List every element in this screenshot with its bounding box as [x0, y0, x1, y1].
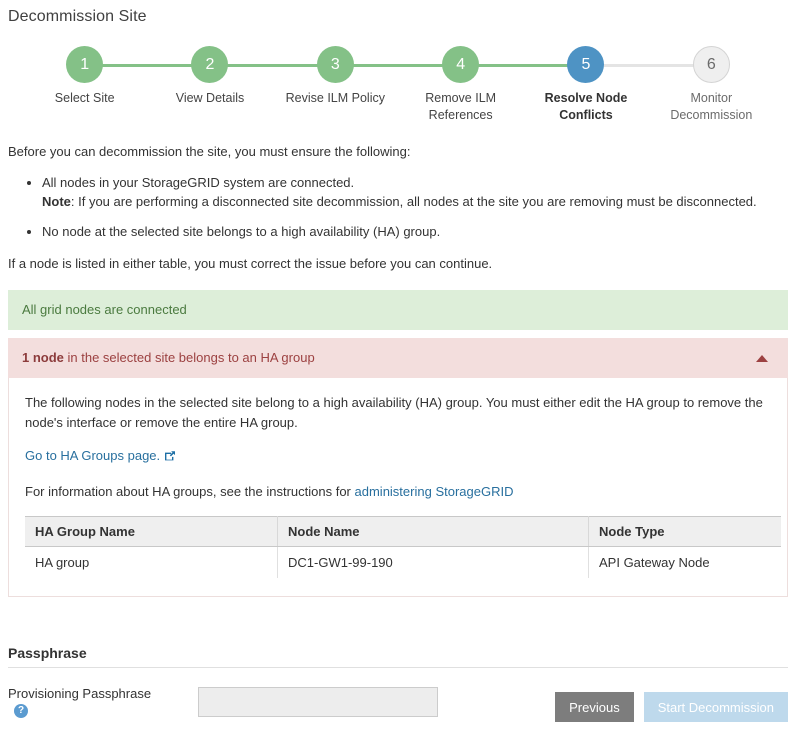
ha-conflict-message: 1 node in the selected site belongs to a… [22, 349, 315, 367]
note-label: Note [42, 194, 71, 209]
step-5-number: 5 [567, 46, 604, 83]
help-icon[interactable]: ? [14, 704, 28, 718]
external-link-icon[interactable] [164, 448, 176, 468]
step-2-number: 2 [191, 46, 228, 83]
table-body: HA group DC1-GW1-99-190 API Gateway Node [25, 547, 781, 579]
step-3-label: Revise ILM Policy [273, 90, 398, 107]
status-banner-text: All grid nodes are connected [22, 302, 187, 317]
passphrase-section-title: Passphrase [8, 645, 788, 668]
provisioning-passphrase-label: Provisioning Passphrase? [8, 686, 158, 718]
step-6-number: 6 [693, 46, 730, 83]
wizard-footer-actions: Previous Start Decommission [555, 692, 788, 722]
step-3-number: 3 [317, 46, 354, 83]
requirement-2-text: No node at the selected site belongs to … [42, 224, 440, 239]
table-head: HA Group Name Node Name Node Type [25, 517, 781, 547]
column-header-ha-group-name: HA Group Name [25, 517, 278, 547]
cell-node-name: DC1-GW1-99-190 [278, 547, 589, 579]
step-6-circle-wrap: 6 [649, 46, 774, 84]
step-1-label: Select Site [22, 90, 147, 107]
chevron-up-icon[interactable] [756, 355, 768, 362]
passphrase-label-text: Provisioning Passphrase [8, 686, 151, 701]
intro-lead: Before you can decommission the site, yo… [8, 142, 788, 161]
column-header-node-name: Node Name [278, 517, 589, 547]
progress-stepper: 1 Select Site 2 View Details 3 Revise IL… [22, 46, 774, 124]
cell-ha-group-name: HA group [25, 547, 278, 579]
step-revise-ilm-policy[interactable]: 3 Revise ILM Policy [273, 46, 398, 107]
step-4-label: Remove ILM References [398, 90, 523, 124]
ha-conflict-count: 1 node [22, 350, 64, 365]
step-2-label: View Details [147, 90, 272, 107]
step-remove-ilm-references[interactable]: 4 Remove ILM References [398, 46, 523, 124]
previous-button[interactable]: Previous [555, 692, 634, 722]
step-5-label: Resolve Node Conflicts [523, 90, 648, 124]
ha-conflict-text: in the selected site belongs to an HA gr… [64, 350, 315, 365]
page-title: Decommission Site [0, 0, 796, 26]
table-header-row: HA Group Name Node Name Node Type [25, 517, 781, 547]
column-header-node-type: Node Type [589, 517, 782, 547]
step-resolve-node-conflicts[interactable]: 5 Resolve Node Conflicts [523, 46, 648, 124]
cell-node-type: API Gateway Node [589, 547, 782, 579]
administering-info-prefix: For information about HA groups, see the… [25, 484, 355, 499]
administering-storagegrid-link[interactable]: administering StorageGRID [355, 484, 514, 499]
note-text: : If you are performing a disconnected s… [71, 194, 757, 209]
status-banner-ha-conflict[interactable]: 1 node in the selected site belongs to a… [8, 338, 788, 378]
step-monitor-decommission[interactable]: 6 Monitor Decommission [649, 46, 774, 124]
requirements-list: All nodes in your StorageGRID system are… [0, 173, 796, 241]
provisioning-passphrase-input[interactable] [198, 687, 438, 717]
list-item: No node at the selected site belongs to … [42, 222, 796, 241]
step-4-number: 4 [442, 46, 479, 83]
list-item: All nodes in your StorageGRID system are… [42, 173, 796, 211]
intro-tail: If a node is listed in either table, you… [8, 254, 788, 273]
ha-conflict-details-panel: The following nodes in the selected site… [8, 378, 788, 597]
conflict-description: The following nodes in the selected site… [25, 393, 771, 433]
ha-groups-link-row: Go to HA Groups page. [25, 446, 771, 468]
ha-groups-page-link[interactable]: Go to HA Groups page. [25, 448, 160, 463]
step-6-label: Monitor Decommission [649, 90, 774, 124]
step-view-details[interactable]: 2 View Details [147, 46, 272, 107]
table-row[interactable]: HA group DC1-GW1-99-190 API Gateway Node [25, 547, 781, 579]
step-1-number: 1 [66, 46, 103, 83]
step-select-site[interactable]: 1 Select Site [22, 46, 147, 107]
administering-info-row: For information about HA groups, see the… [25, 482, 771, 502]
start-decommission-button[interactable]: Start Decommission [644, 692, 788, 722]
ha-conflict-table: HA Group Name Node Name Node Type HA gro… [25, 516, 781, 578]
status-banner-nodes-connected: All grid nodes are connected [8, 290, 788, 330]
requirement-1-text: All nodes in your StorageGRID system are… [42, 175, 354, 190]
